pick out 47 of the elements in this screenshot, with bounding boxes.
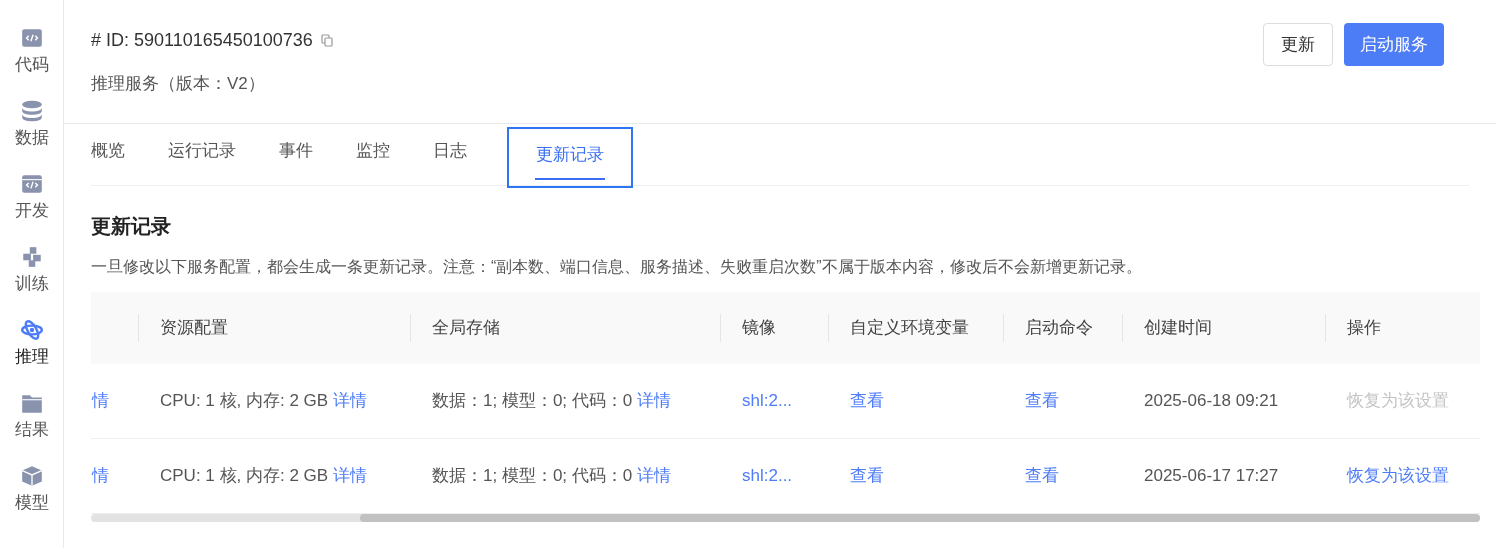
column-header: 资源配置 (160, 317, 228, 340)
detail-link[interactable]: 情 (92, 463, 109, 489)
table-cell-text: 数据：1; 模型：0; 代码：0 (432, 390, 633, 413)
notice-text: 一旦修改以下服务配置，都会生成一条更新记录。注意：“副本数、端口信息、服务描述、失败重启次数”不属于版本内容，修改后不会新增更新记录。 (91, 257, 1143, 277)
column-header: 创建时间 (1144, 317, 1212, 340)
update-button[interactable]: 更新 (1263, 23, 1333, 66)
sidebar-item[interactable]: 推理 (14, 318, 49, 368)
copy-icon[interactable] (320, 34, 333, 47)
tab[interactable]: 日志 (433, 138, 467, 164)
column-header: 操作 (1347, 317, 1381, 340)
atom-icon (19, 318, 44, 342)
view-link[interactable]: 查看 (1025, 463, 1059, 489)
image-link[interactable]: shl:2... (742, 463, 793, 489)
code-window-icon (19, 172, 44, 196)
tab[interactable]: 概览 (91, 138, 125, 164)
cube-icon (19, 464, 44, 488)
scrollbar-thumb[interactable] (360, 514, 1480, 522)
tab[interactable]: 更新记录 (535, 142, 605, 180)
detail-link[interactable]: 详情 (637, 463, 672, 489)
table-cell-text: CPU: 1 核, 内存: 2 GB (160, 465, 329, 488)
column-header: 自定义环境变量 (850, 317, 969, 340)
sidebar-item[interactable]: 结果 (14, 391, 49, 441)
sidebar-item[interactable]: 训练 (14, 245, 49, 295)
section-title: 更新记录 (91, 214, 172, 239)
table-cell-text: CPU: 1 核, 内存: 2 GB (160, 390, 329, 413)
detail-link[interactable]: 详情 (333, 463, 368, 489)
start-service-button[interactable]: 启动服务 (1344, 23, 1444, 66)
table-cell-text: 2025-06-18 09:21 (1144, 390, 1279, 413)
table-cell-text: 数据：1; 模型：0; 代码：0 (432, 465, 633, 488)
column-header: 启动命令 (1025, 317, 1093, 340)
service-subtitle: 推理服务（版本：V2） (91, 73, 266, 95)
tab[interactable]: 监控 (356, 138, 390, 164)
sidebar-item[interactable]: 代码 (14, 26, 49, 76)
column-header: 镜像 (742, 317, 776, 340)
sidebar-item[interactable]: 开发 (14, 172, 49, 222)
scrollbar-track[interactable] (91, 514, 1480, 522)
database-icon (19, 99, 44, 123)
view-link[interactable]: 查看 (850, 463, 884, 489)
table-cell-text: 2025-06-17 17:27 (1144, 465, 1279, 488)
code-icon (19, 26, 44, 50)
restore-link[interactable]: 恢复为该设置 (1347, 463, 1449, 489)
column-header: 全局存储 (432, 317, 500, 340)
tab[interactable]: 事件 (279, 138, 313, 164)
service-id: # ID: 590110165450100736 (91, 29, 313, 52)
sidebar-item[interactable]: 数据 (14, 99, 49, 149)
tab[interactable]: 运行记录 (168, 138, 236, 164)
sidebar-item[interactable]: 模型 (14, 464, 49, 514)
